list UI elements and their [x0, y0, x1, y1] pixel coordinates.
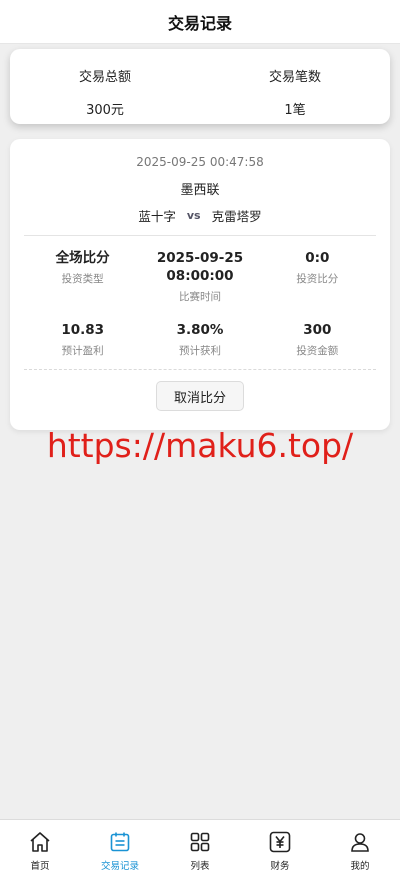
expected-profit-value: 10.83 — [61, 322, 105, 338]
invest-score: 0:0 投资比分 — [259, 249, 376, 304]
tab-finance-label: 财务 — [270, 861, 290, 872]
bottom-tab-bar: 首页 交易记录 列表 财务 我的 — [0, 819, 400, 875]
invest-type-value: 全场比分 — [55, 250, 110, 266]
yen-icon — [269, 831, 291, 853]
cancel-score-button[interactable]: 取消比分 — [156, 381, 244, 411]
away-team: 克雷塔罗 — [211, 209, 262, 224]
match-time-value: 08:00:00 — [166, 268, 234, 284]
match-time: 2025-09-25 08:00:00 比赛时间 — [141, 249, 258, 304]
expected-rate-label: 预计获利 — [178, 345, 221, 357]
summary-card: 交易总额 300元 交易笔数 1笔 — [10, 49, 390, 124]
tab-home[interactable]: 首页 — [0, 820, 80, 875]
grid-icon — [190, 832, 210, 852]
tab-mine-label: 我的 — [350, 861, 370, 872]
home-icon — [30, 832, 50, 852]
total-amount-label: 交易总额 — [78, 70, 131, 85]
record-time: 2025-09-25 00:47:58 — [136, 155, 264, 169]
home-team: 蓝十字 — [138, 209, 176, 224]
page-title: 交易记录 — [167, 13, 232, 33]
match-date-value: 2025-09-25 — [156, 250, 244, 266]
user-icon — [351, 833, 369, 852]
league-name: 墨西联 — [180, 183, 220, 198]
dashed-divider — [24, 369, 376, 370]
watermark-url: https://maku6.top/ — [46, 426, 354, 465]
page-header: 交易记录 — [0, 0, 400, 44]
tab-list[interactable]: 列表 — [160, 820, 240, 875]
records-icon — [110, 832, 130, 852]
invest-amount-label: 投资金额 — [296, 345, 339, 357]
expected-profit-label: 预计盈利 — [61, 345, 104, 357]
match-time-label: 比赛时间 — [178, 291, 221, 303]
expected-rate-value: 3.80% — [176, 322, 224, 338]
invest-type-label: 投资类型 — [61, 273, 104, 285]
total-count: 交易笔数 1笔 — [200, 49, 390, 124]
invest-type: 全场比分 投资类型 — [24, 249, 141, 304]
tab-records[interactable]: 交易记录 — [80, 820, 160, 875]
invest-score-value: 0:0 — [305, 250, 330, 266]
invest-amount-value: 300 — [303, 322, 332, 338]
record-info-row-1: 全场比分 投资类型 2025-09-25 08:00:00 比赛时间 0:0 投… — [24, 249, 376, 304]
divider — [24, 235, 376, 236]
total-amount: 交易总额 300元 — [10, 49, 200, 124]
match-teams: 蓝十字 vs 克雷塔罗 — [10, 206, 390, 225]
record-info-row-2: 10.83 预计盈利 3.80% 预计获利 300 投资金额 — [24, 321, 376, 358]
total-amount-value: 300元 — [86, 103, 124, 118]
record-card: 2025-09-25 00:47:58 墨西联 蓝十字 vs 克雷塔罗 全场比分… — [10, 139, 390, 430]
invest-score-label: 投资比分 — [296, 273, 339, 285]
tab-finance[interactable]: 财务 — [240, 820, 320, 875]
total-count-value: 1笔 — [284, 103, 306, 118]
expected-profit: 10.83 预计盈利 — [24, 321, 141, 358]
expected-rate: 3.80% 预计获利 — [141, 321, 258, 358]
tab-home-label: 首页 — [30, 861, 50, 872]
vs-label: vs — [186, 209, 201, 222]
total-count-label: 交易笔数 — [268, 70, 321, 85]
tab-records-label: 交易记录 — [100, 861, 139, 872]
invest-amount: 300 投资金额 — [259, 321, 376, 358]
tab-list-label: 列表 — [190, 861, 210, 872]
tab-mine[interactable]: 我的 — [320, 820, 400, 875]
